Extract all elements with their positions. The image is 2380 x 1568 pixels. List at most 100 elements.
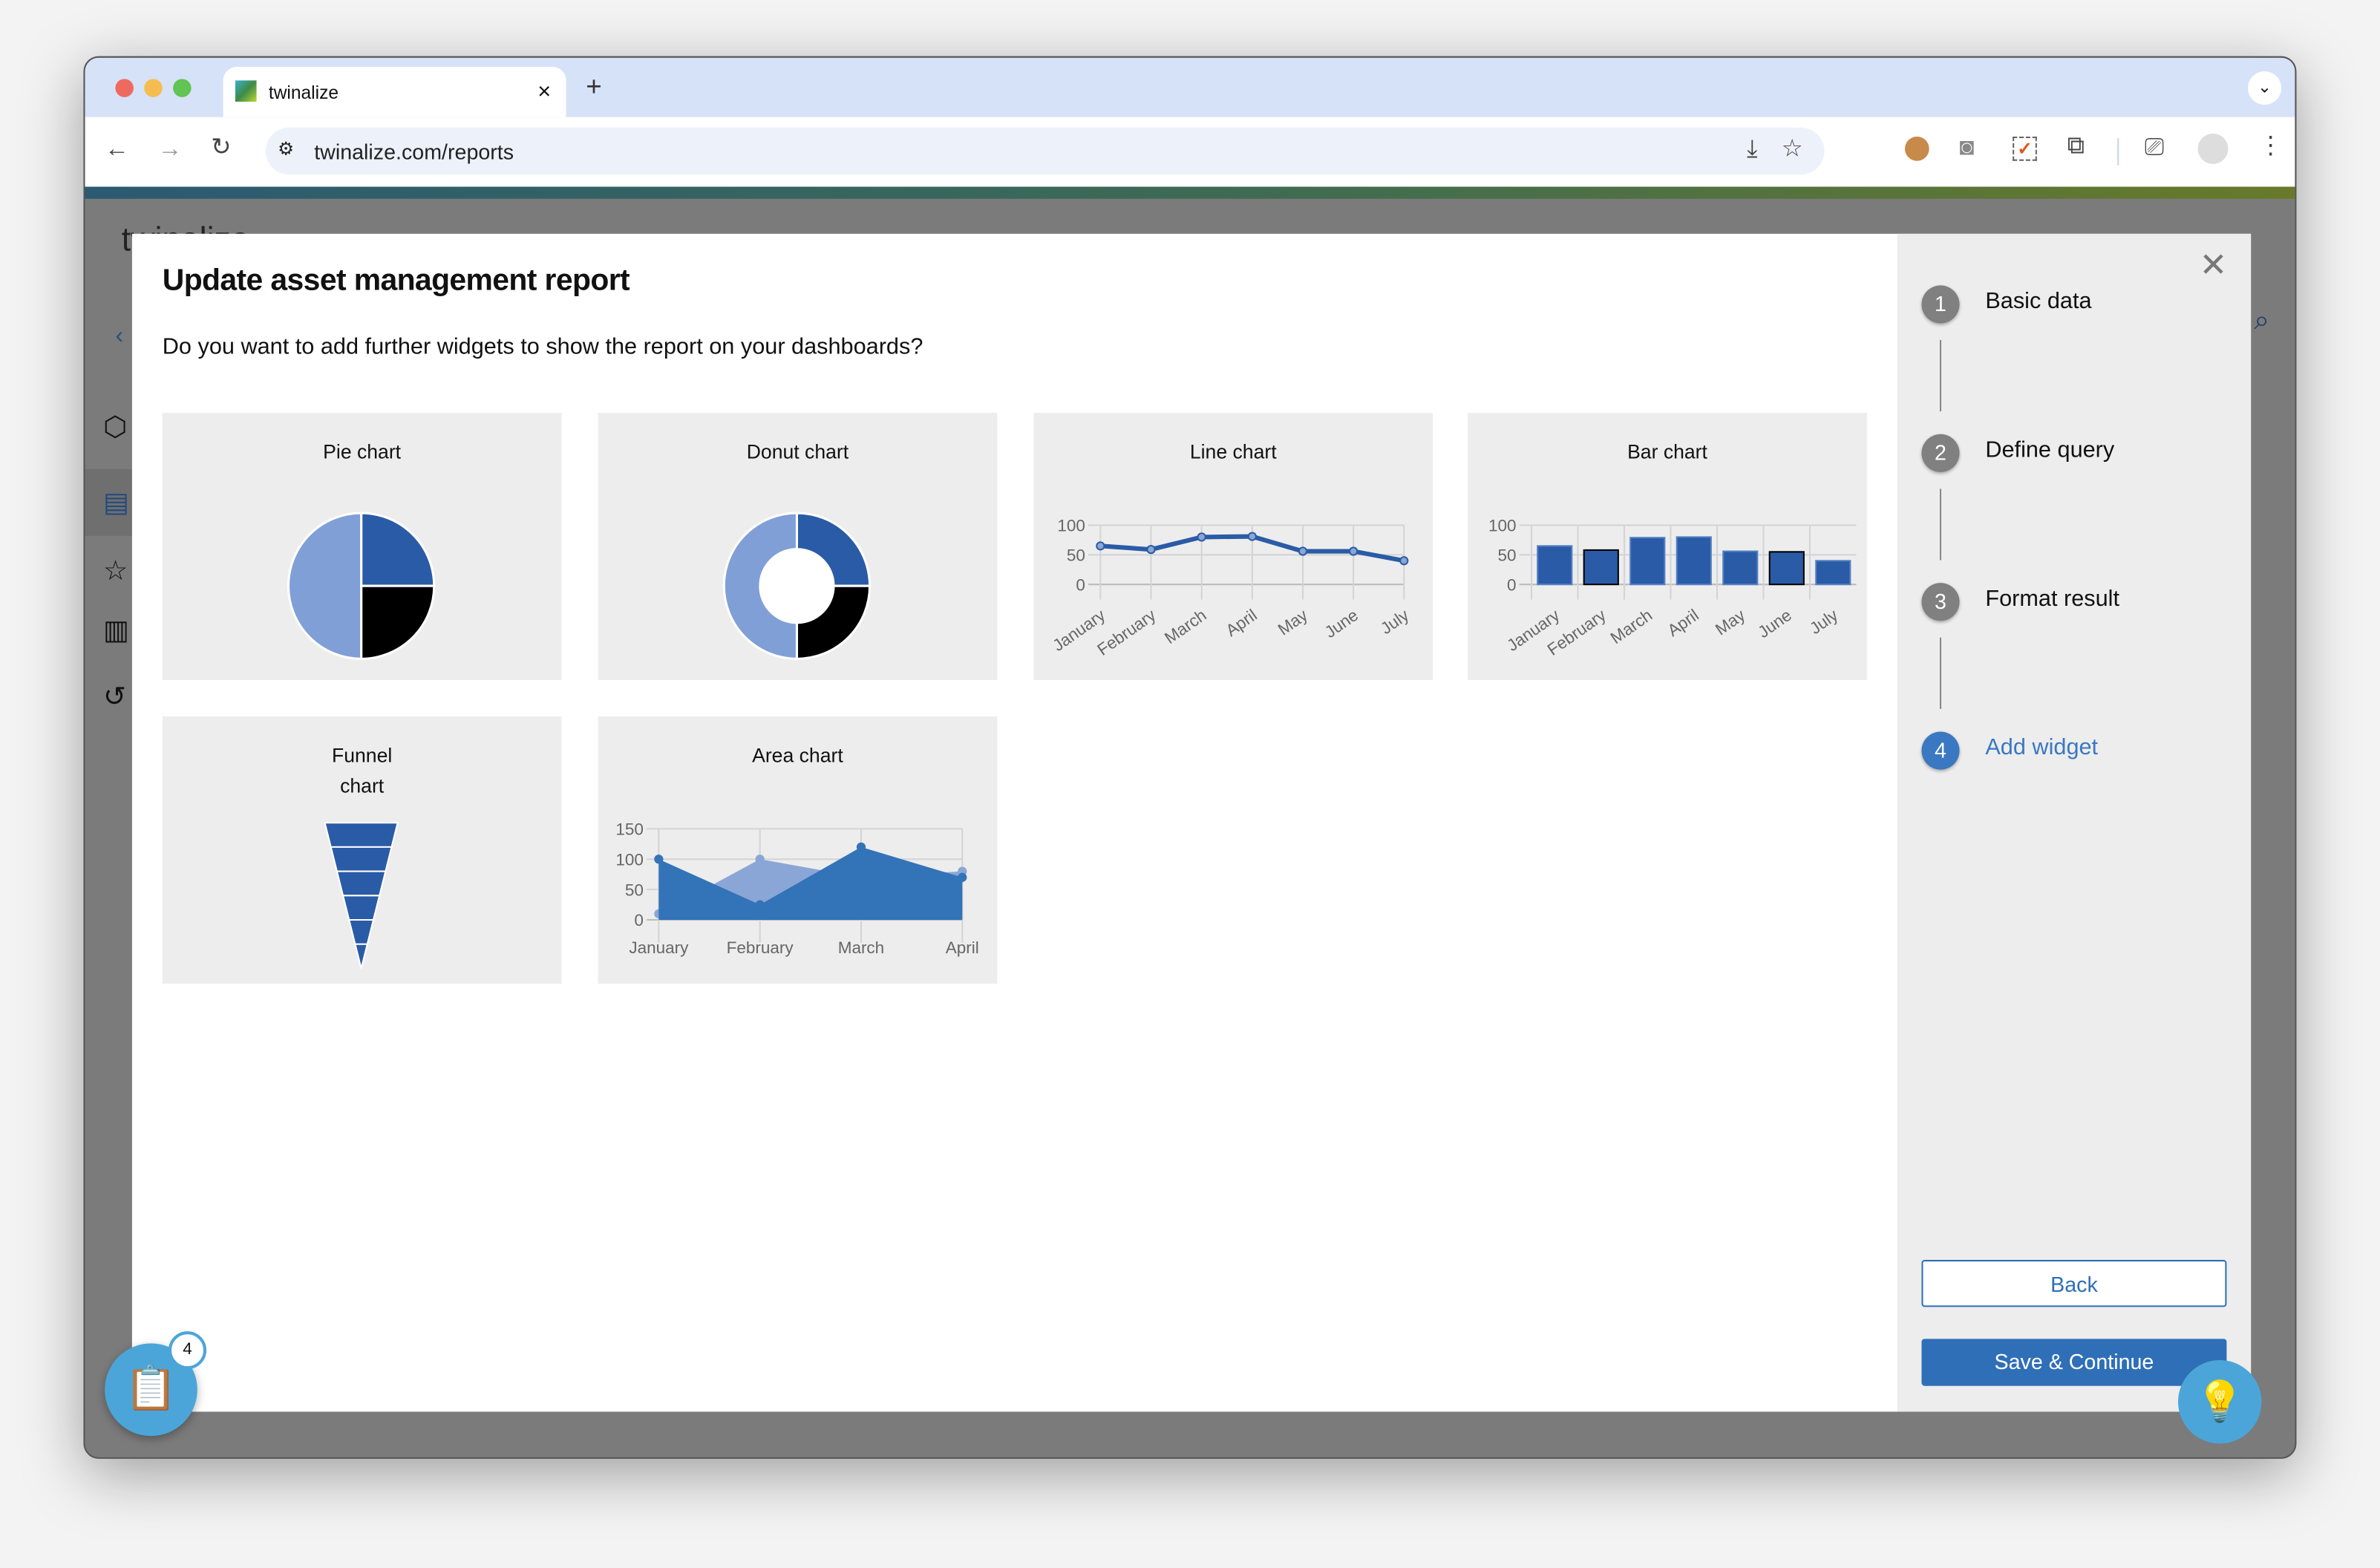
step-connector	[1939, 637, 1942, 709]
y-tick-label: 100	[1057, 517, 1085, 535]
y-tick-label: 50	[625, 881, 644, 899]
data-point	[1247, 532, 1257, 541]
site-settings-icon[interactable]: ⚙	[278, 138, 294, 160]
wizard-step-4: 4 Add widget	[1921, 731, 2225, 771]
bar-chart-preview: 050100JanuaryFebruaryMarch April May June Ju…	[1488, 517, 1857, 659]
bar	[1537, 545, 1573, 586]
search-icon[interactable]: ⌕	[2254, 305, 2269, 337]
step-number-badge: 4	[1921, 731, 1960, 770]
cube-icon[interactable]: ⬡	[103, 411, 127, 443]
y-tick-label: 100	[615, 850, 644, 869]
widget-card-line[interactable]: Line chart 0 50 100 January February March Apr…	[1033, 413, 1433, 680]
x-tick-label: April	[1223, 606, 1261, 640]
data-point	[755, 900, 765, 909]
widget-card-pie[interactable]: Pie chart	[162, 413, 562, 680]
funnel-stage	[330, 846, 393, 872]
back-button[interactable]: Back	[1921, 1260, 2227, 1307]
data-point	[856, 842, 866, 852]
line-chart-preview: 050100JanuaryFebruary March April May June Ju…	[1050, 517, 1413, 659]
close-dialog-icon[interactable]: ✕	[2200, 246, 2228, 285]
step-number-badge: 2	[1921, 434, 1960, 472]
history-icon[interactable]: ↺	[103, 682, 126, 713]
data-point	[1096, 541, 1105, 551]
step-connector	[1939, 339, 1942, 412]
x-tick-label: April	[946, 938, 979, 957]
data-point	[958, 872, 967, 882]
bar	[1629, 537, 1666, 586]
collapse-sidebar-icon[interactable]: ‹	[115, 323, 123, 350]
widget-card-funnel[interactable]: Funnel chart	[162, 716, 562, 984]
widget-card-area[interactable]: Area chart 0 50 100 150 January February March…	[598, 716, 998, 984]
forward-arrow-icon[interactable]: →	[158, 137, 183, 163]
step-label: Format result	[1985, 586, 2119, 612]
y-tick-label: 50	[1498, 546, 1517, 564]
cast-icon[interactable]: ⎚	[2145, 136, 2164, 161]
browser-tab[interactable]: twinalize ×	[223, 66, 566, 117]
install-app-icon[interactable]: ⤓	[1747, 137, 1757, 163]
tab-title: twinalize	[268, 81, 339, 103]
tab-search-chevron-icon[interactable]: ⌄	[2248, 71, 2282, 105]
reload-icon[interactable]: ↻	[211, 136, 231, 161]
data-point	[1146, 544, 1156, 555]
funnel-stage	[341, 895, 381, 921]
profile-avatar[interactable]	[2197, 133, 2229, 164]
bookmark-star-icon[interactable]: ☆	[1782, 137, 1803, 163]
report-icon[interactable]: ▤	[103, 487, 129, 519]
funnel-stage	[347, 919, 375, 945]
widget-card-donut[interactable]: Donut chart	[598, 413, 998, 680]
x-tick-label: February	[727, 938, 794, 957]
close-window-button[interactable]	[115, 79, 134, 97]
data-point	[1298, 546, 1308, 556]
dialog-question: Do you want to add further widgets to sh…	[162, 333, 923, 360]
wizard-panel: ✕ 1 Basic data 2 Define query 3 Format r…	[1897, 233, 2252, 1412]
funnel-stage	[336, 870, 387, 897]
area-chart-preview: 0 50 100 150 January February March April	[615, 820, 979, 957]
step-label: Define query	[1985, 437, 2115, 463]
bar	[1815, 560, 1851, 586]
wizard-step-2: 2 Define query	[1921, 434, 2225, 474]
y-tick-label: 0	[1507, 575, 1517, 594]
checkmark-extension-icon[interactable]: ✓	[2013, 137, 2037, 161]
add-widget-dialog: Update asset management report Do you wa…	[131, 233, 2252, 1412]
pie-chart-preview	[287, 512, 436, 660]
extensions-puzzle-icon[interactable]: ⧉	[2067, 134, 2085, 160]
bar	[1583, 549, 1619, 586]
app-header-strip	[85, 186, 2295, 199]
camera-extension-icon[interactable]: ◙	[1960, 136, 1975, 161]
x-tick-label: July	[1377, 605, 1413, 638]
y-tick-label: 0	[1076, 575, 1085, 594]
browser-menu-icon[interactable]: ⋮	[2258, 134, 2283, 160]
donut-hole	[759, 548, 835, 624]
new-tab-button[interactable]: +	[586, 71, 602, 103]
close-tab-icon[interactable]: ×	[537, 79, 551, 105]
cookie-extension-icon[interactable]	[1904, 137, 1929, 161]
library-icon[interactable]: ▥	[103, 615, 129, 647]
x-tick-label: May	[1712, 605, 1749, 638]
y-tick-label: 150	[615, 820, 644, 839]
widget-card-bar[interactable]: Bar chart 0 50 100 January February March Apri…	[1468, 413, 1867, 680]
maximize-window-button[interactable]	[173, 79, 192, 97]
twinalize-favicon-icon	[235, 80, 257, 102]
save-continue-button[interactable]: Save & Continue	[1921, 1339, 2227, 1386]
x-tick-label: May	[1275, 605, 1312, 638]
x-tick-label: March	[1161, 606, 1210, 647]
address-bar[interactable]: ⚙ twinalize.com/reports ⤓ ☆	[265, 127, 1825, 175]
funnel-chart-preview	[324, 822, 399, 969]
browser-toolbar: ← → ↻ ⚙ twinalize.com/reports ⤓ ☆ ◙ ✓ ⧉ …	[85, 117, 2295, 187]
toolbar-divider	[2117, 138, 2119, 166]
dialog-title: Update asset management report	[162, 264, 630, 298]
x-tick-label: March	[838, 938, 884, 957]
step-label: Basic data	[1985, 288, 2092, 315]
lightbulb-icon: 💡	[2195, 1378, 2245, 1424]
pie-slice	[287, 512, 363, 660]
task-count-badge: 4	[168, 1331, 207, 1370]
star-icon[interactable]: ☆	[103, 555, 128, 587]
x-tick-label: April	[1664, 606, 1702, 640]
back-arrow-icon[interactable]: ←	[105, 137, 129, 163]
minimize-window-button[interactable]	[144, 79, 163, 97]
help-lightbulb-button[interactable]: 💡	[2178, 1359, 2262, 1444]
data-point	[755, 855, 765, 864]
step-connector	[1939, 489, 1942, 561]
y-tick-label: 100	[1488, 517, 1517, 535]
bar	[1722, 550, 1759, 586]
